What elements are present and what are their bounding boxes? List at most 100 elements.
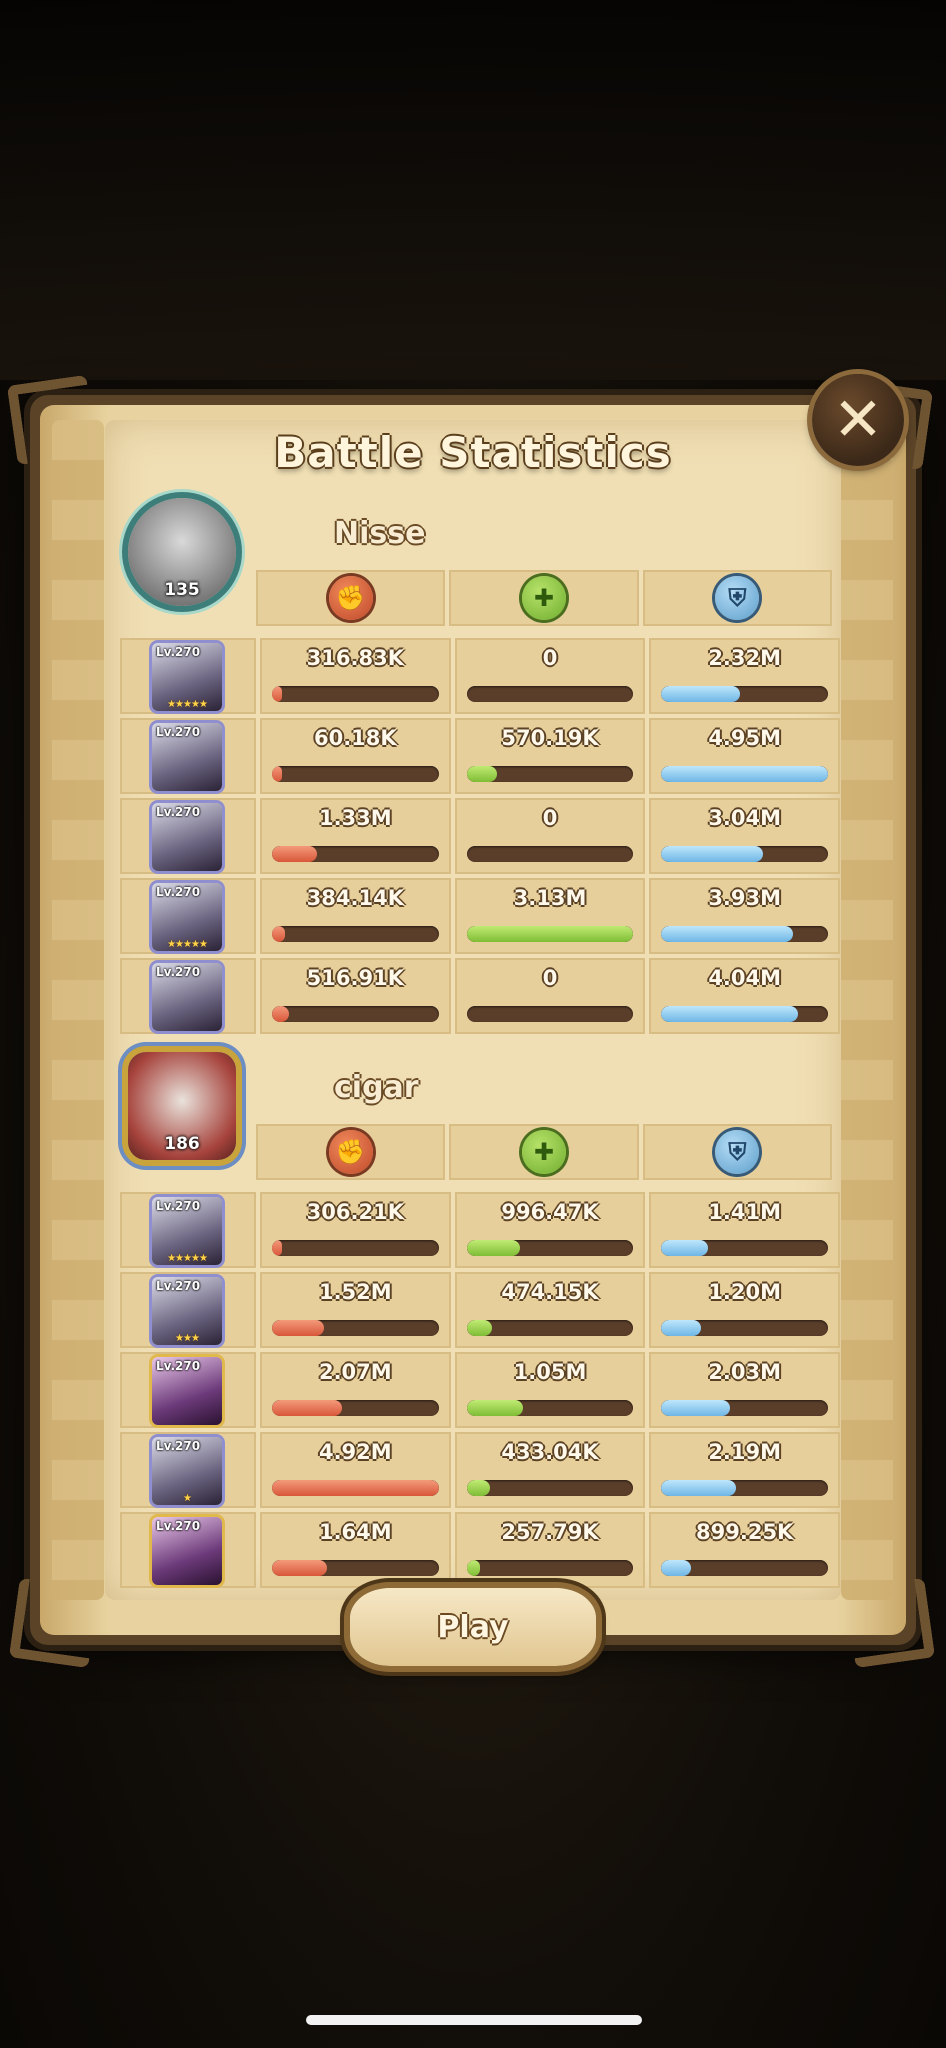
- defense-value: 1.20M: [708, 1280, 782, 1304]
- healing-bar-fill: [466, 1400, 524, 1416]
- damage-stat-cell: 516.91K: [260, 958, 451, 1034]
- hero-cell: Lv.270 ★★★: [120, 1272, 256, 1348]
- stat-icon-header: ✊ ✚ ⛨: [256, 1124, 832, 1180]
- hero-portrait[interactable]: Lv.270 ★★★★★: [152, 643, 222, 711]
- defense-value: 2.03M: [708, 1360, 782, 1384]
- player-avatar[interactable]: 186: [128, 1052, 236, 1160]
- hero-level: Lv.270: [156, 1199, 201, 1213]
- healing-stat-cell: 433.04K: [454, 1432, 646, 1508]
- defense-stat-cell: 2.03M: [649, 1352, 841, 1428]
- defense-bar-fill: [661, 1560, 692, 1576]
- damage-bar: [272, 1320, 439, 1336]
- healing-stat-cell: 570.19K: [454, 718, 646, 794]
- defense-bar: [661, 1560, 829, 1576]
- hero-cell: Lv.270: [120, 958, 256, 1034]
- damage-stat-cell: 1.64M: [260, 1512, 451, 1588]
- hero-portrait[interactable]: Lv.270: [152, 803, 222, 871]
- dialog-title: Battle Statistics: [274, 428, 672, 477]
- hero-portrait[interactable]: Lv.270 ★★★★★: [152, 883, 222, 951]
- damage-value: 1.52M: [318, 1280, 392, 1304]
- healing-bar: [466, 1006, 634, 1022]
- hero-level: Lv.270: [156, 645, 201, 659]
- damage-bar-fill: [272, 1006, 289, 1022]
- defense-bar-fill: [661, 1006, 798, 1022]
- healing-value: 570.19K: [501, 726, 599, 750]
- hero-row: Lv.270 ★★★★★ 316.83K 0 2.32M: [120, 638, 841, 714]
- hero-row: Lv.270 1.64M 257.79K 899.25K: [120, 1512, 841, 1588]
- close-icon: ✕: [832, 385, 884, 455]
- hero-row: Lv.270 ★★★★★ 384.14K 3.13M 3.93M: [120, 878, 841, 954]
- close-button[interactable]: ✕: [812, 374, 904, 466]
- player-avatar[interactable]: 135: [128, 498, 236, 606]
- healing-value: 433.04K: [501, 1440, 599, 1464]
- hero-stars: ★★★★★: [167, 699, 208, 710]
- hero-portrait[interactable]: Lv.270: [152, 1357, 222, 1425]
- hero-portrait[interactable]: Lv.270: [152, 1517, 222, 1585]
- hero-level: Lv.270: [156, 725, 201, 739]
- healing-value: 257.79K: [501, 1520, 599, 1544]
- healing-stat-cell: 996.47K: [454, 1192, 646, 1268]
- damage-value: 4.92M: [318, 1440, 392, 1464]
- healing-bar-fill: [466, 926, 634, 942]
- hero-cell: Lv.270 ★★★★★: [120, 878, 256, 954]
- damage-bar-fill: [272, 686, 282, 702]
- healing-stat-cell: 1.05M: [454, 1352, 646, 1428]
- hero-row: Lv.270 ★★★ 1.52M 474.15K 1.20M: [120, 1272, 841, 1348]
- hero-portrait[interactable]: Lv.270 ★: [152, 1437, 222, 1505]
- defense-bar-fill: [661, 846, 763, 862]
- background-overlay: [0, 0, 946, 380]
- hero-row: Lv.270 2.07M 1.05M 2.03M: [120, 1352, 841, 1428]
- hero-cell: Lv.270: [120, 1352, 256, 1428]
- defense-stat-cell: 899.25K: [649, 1512, 841, 1588]
- shield-icon: ⛨: [715, 576, 760, 620]
- player-level: 135: [164, 580, 200, 600]
- hero-portrait[interactable]: Lv.270: [152, 723, 222, 791]
- defense-stat-cell: 1.20M: [649, 1272, 841, 1348]
- play-button[interactable]: Play: [350, 1588, 596, 1666]
- side-decoration: [841, 420, 893, 1600]
- healing-bar: [466, 1320, 634, 1336]
- defense-stat-cell: 1.41M: [649, 1192, 841, 1268]
- healing-bar: [466, 766, 634, 782]
- damage-icon: ✊: [328, 1130, 373, 1174]
- stat-icon-header: ✊ ✚ ⛨: [256, 570, 832, 626]
- home-indicator[interactable]: [306, 2015, 642, 2025]
- damage-stat-cell: 1.33M: [260, 798, 451, 874]
- defense-bar-fill: [661, 1480, 737, 1496]
- healing-stat-cell: 3.13M: [454, 878, 646, 954]
- hero-portrait[interactable]: Lv.270: [152, 963, 222, 1031]
- damage-stat-cell: 1.52M: [260, 1272, 451, 1348]
- defense-bar-fill: [661, 766, 829, 782]
- healing-bar: [466, 1240, 634, 1256]
- damage-value: 384.14K: [306, 886, 404, 910]
- damage-value: 316.83K: [306, 646, 404, 670]
- damage-bar-fill: [272, 1320, 324, 1336]
- defense-value: 899.25K: [696, 1520, 794, 1544]
- hero-level: Lv.270: [156, 1359, 201, 1373]
- player-name: Nisse: [334, 516, 426, 551]
- player-level: 186: [164, 1134, 200, 1154]
- hero-row: Lv.270 ★★★★★ 306.21K 996.47K 1.41M: [120, 1192, 841, 1268]
- damage-stat-cell: 4.92M: [260, 1432, 451, 1508]
- shield-icon: ⛨: [715, 1130, 760, 1174]
- damage-value: 306.21K: [306, 1200, 404, 1224]
- defense-value: 2.32M: [708, 646, 782, 670]
- hero-portrait[interactable]: Lv.270 ★★★: [152, 1277, 222, 1345]
- healing-bar-fill: [466, 1240, 520, 1256]
- damage-bar: [272, 1400, 439, 1416]
- defense-stat-cell: 3.93M: [649, 878, 841, 954]
- hero-stars: ★★★★★: [167, 1253, 208, 1264]
- damage-bar: [272, 1240, 439, 1256]
- damage-bar: [272, 926, 439, 942]
- healing-stat-cell: 257.79K: [454, 1512, 646, 1588]
- hero-portrait[interactable]: Lv.270 ★★★★★: [152, 1197, 222, 1265]
- healing-bar: [466, 846, 634, 862]
- healing-bar: [466, 1400, 634, 1416]
- damage-bar-fill: [272, 766, 282, 782]
- hero-level: Lv.270: [156, 805, 201, 819]
- defense-stat-cell: 4.95M: [649, 718, 841, 794]
- healing-bar: [466, 1480, 634, 1496]
- hero-cell: Lv.270 ★★★★★: [120, 1192, 256, 1268]
- healing-bar-fill: [466, 1560, 480, 1576]
- healing-icon: ✚: [521, 1130, 566, 1174]
